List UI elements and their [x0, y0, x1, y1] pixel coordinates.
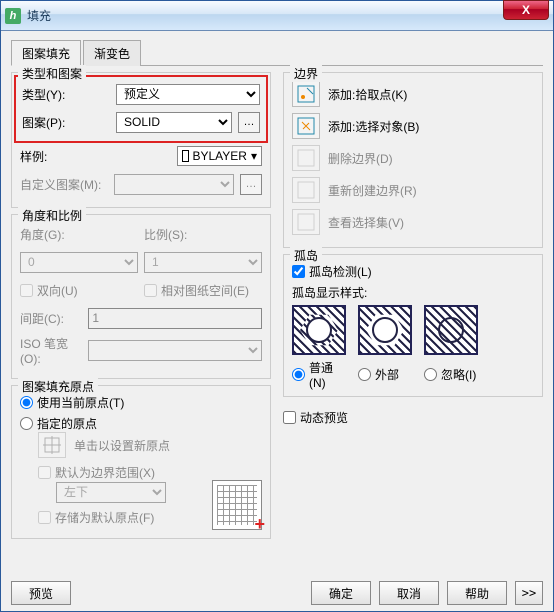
help-button[interactable]: 帮助 — [447, 581, 507, 605]
tabs: 图案填充 渐变色 — [11, 39, 543, 66]
close-button[interactable]: X — [503, 0, 549, 20]
add-select-button[interactable] — [292, 113, 320, 139]
island-thumb-ignore[interactable] — [424, 305, 478, 355]
view-selection-label: 查看选择集(V) — [328, 214, 404, 231]
remove-boundary-button — [292, 145, 320, 171]
island-detect-checkbox[interactable]: 孤岛检测(L) — [292, 263, 534, 280]
group-island: 孤岛 孤岛检测(L) 孤岛显示样式: — [283, 254, 543, 397]
highlight-box: 类型(Y): 预定义 图案(P): SOLID … — [14, 75, 268, 143]
chevron-down-icon: ▾ — [251, 149, 257, 163]
add-select-label: 添加:选择对象(B) — [328, 118, 419, 135]
custom-pattern-select — [114, 174, 234, 195]
app-icon: h — [5, 8, 21, 24]
custom-browse-button: … — [240, 174, 262, 195]
angle-select: 0 — [20, 252, 138, 273]
set-origin-label: 单击以设置新原点 — [74, 437, 170, 454]
view-icon — [297, 213, 315, 231]
dialog-window: h 填充 X 图案填充 渐变色 类型和图案 类型(Y): 预定义 — [0, 0, 554, 612]
set-origin-button — [38, 432, 66, 458]
add-pick-label: 添加:拾取点(K) — [328, 86, 407, 103]
swatch-label: 样例: — [20, 148, 108, 165]
recreate-boundary-label: 重新创建边界(R) — [328, 182, 417, 199]
origin-position-select: 左下 — [56, 482, 166, 503]
bidir-input — [20, 284, 33, 297]
island-thumb-outer[interactable] — [358, 305, 412, 355]
ok-button[interactable]: 确定 — [311, 581, 371, 605]
add-pick-button[interactable] — [292, 81, 320, 107]
paperspace-input — [144, 284, 157, 297]
use-current-origin-radio[interactable]: 使用当前原点(T) — [20, 394, 262, 411]
tab-gradient[interactable]: 渐变色 — [83, 40, 141, 66]
remove-boundary-label: 删除边界(D) — [328, 150, 393, 167]
group-origin: 图案填充原点 使用当前原点(T) 指定的原点 — [11, 385, 271, 539]
pattern-label: 图案(P): — [22, 114, 110, 131]
remove-icon — [297, 149, 315, 167]
specified-origin-radio[interactable]: 指定的原点 — [20, 415, 262, 432]
paperspace-checkbox: 相对图纸空间(E) — [144, 282, 262, 299]
island-thumbs — [292, 305, 534, 355]
pattern-browse-button[interactable]: … — [238, 112, 260, 133]
pick-point-icon — [297, 85, 315, 103]
custom-pattern-label: 自定义图案(M): — [20, 176, 108, 193]
spacing-label: 间距(C): — [20, 310, 82, 327]
island-outer-radio[interactable]: 外部 — [358, 359, 412, 390]
titlebar[interactable]: h 填充 X — [1, 1, 553, 31]
scale-label: 比例(S): — [144, 226, 232, 243]
dynamic-preview-input[interactable] — [283, 411, 296, 424]
pattern-select[interactable]: SOLID — [116, 112, 232, 133]
group-island-legend: 孤岛 — [290, 247, 322, 264]
recreate-icon — [297, 181, 315, 199]
bidir-checkbox: 双向(U) — [20, 282, 138, 299]
cancel-button[interactable]: 取消 — [379, 581, 439, 605]
island-ignore-radio[interactable]: 忽略(I) — [424, 359, 478, 390]
island-detect-input[interactable] — [292, 265, 305, 278]
scale-select: 1 — [144, 252, 262, 273]
island-style-label: 孤岛显示样式: — [292, 284, 534, 301]
dialog-body: 图案填充 渐变色 类型和图案 类型(Y): 预定义 — [1, 31, 553, 611]
group-boundary: 边界 添加:拾取点(K) 添加:选择对象(B) — [283, 72, 543, 248]
group-angle-legend: 角度和比例 — [18, 207, 86, 224]
group-type-pattern: 类型和图案 类型(Y): 预定义 图案(P): SOLID — [11, 72, 271, 208]
footer: 预览 确定 取消 帮助 >> — [11, 575, 543, 605]
swatch-color-box — [182, 150, 189, 162]
crosshair-icon — [43, 436, 61, 454]
default-boundary-input — [38, 466, 51, 479]
window-title: 填充 — [27, 7, 503, 24]
island-normal-radio[interactable]: 普通(N) — [292, 359, 346, 390]
group-origin-legend: 图案填充原点 — [18, 378, 98, 395]
default-boundary-checkbox: 默认为边界范围(X) — [38, 464, 262, 481]
group-type-legend: 类型和图案 — [18, 65, 86, 82]
select-object-icon — [297, 117, 315, 135]
island-thumb-normal[interactable] — [292, 305, 346, 355]
group-angle-scale: 角度和比例 角度(G): 比例(S): 0 1 — [11, 214, 271, 379]
iso-select — [88, 340, 262, 361]
spacing-input — [88, 308, 262, 329]
type-label: 类型(Y): — [22, 86, 110, 103]
angle-label: 角度(G): — [20, 226, 108, 243]
type-select[interactable]: 预定义 — [116, 84, 260, 105]
tab-hatch[interactable]: 图案填充 — [11, 40, 81, 66]
expand-button[interactable]: >> — [515, 581, 543, 605]
iso-label: ISO 笔宽(O): — [20, 335, 82, 366]
dynamic-preview-checkbox[interactable]: 动态预览 — [283, 409, 543, 426]
origin-preview-image — [212, 480, 262, 530]
group-boundary-legend: 边界 — [290, 65, 322, 82]
specified-origin-input[interactable] — [20, 417, 33, 430]
view-selection-button — [292, 209, 320, 235]
swatch-text: BYLAYER — [193, 149, 247, 163]
store-default-input — [38, 511, 51, 524]
preview-button[interactable]: 预览 — [11, 581, 71, 605]
recreate-boundary-button — [292, 177, 320, 203]
swatch-preview[interactable]: BYLAYER ▾ — [177, 146, 262, 166]
use-current-origin-input[interactable] — [20, 396, 33, 409]
